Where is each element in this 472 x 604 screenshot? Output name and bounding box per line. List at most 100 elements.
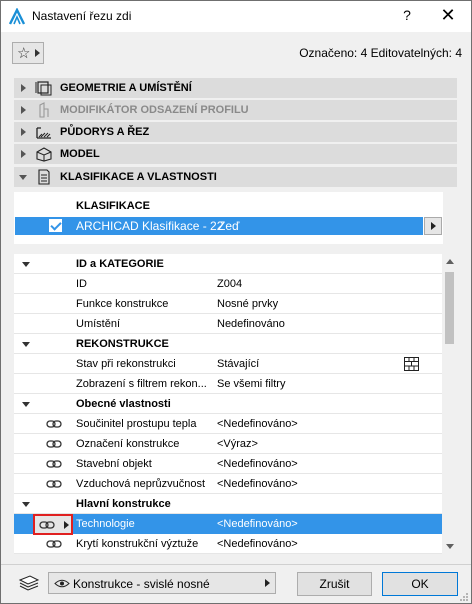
- collapse-arrow-icon: [22, 342, 30, 347]
- panel-model[interactable]: MODEL: [14, 144, 457, 164]
- title-bar: Nastavení řezu zdi ? ✕: [1, 1, 471, 32]
- property-label: Funkce konstrukce: [76, 298, 169, 310]
- property-value[interactable]: Z004: [217, 278, 242, 290]
- property-label: Součinitel prostupu tepla: [76, 418, 197, 430]
- property-value[interactable]: Stávající: [217, 358, 259, 370]
- property-label: Stavební objekt: [76, 458, 152, 470]
- eye-icon: [54, 579, 70, 588]
- classification-icon: [38, 169, 50, 185]
- close-button[interactable]: ✕: [439, 5, 457, 26]
- geometry-icon: [35, 81, 52, 96]
- property-row[interactable]: Funkce konstrukce Nosné prvky: [14, 294, 442, 314]
- link-icon: [46, 480, 62, 488]
- property-value[interactable]: <Nedefinováno>: [217, 518, 298, 530]
- chevron-right-icon: [265, 579, 270, 587]
- property-value[interactable]: <Výraz>: [217, 438, 258, 450]
- property-row[interactable]: Součinitel prostupu tepla <Nedefinováno>: [14, 414, 442, 434]
- property-value[interactable]: Nedefinováno: [217, 318, 285, 330]
- property-label: Označení konstrukce: [76, 438, 180, 450]
- property-row[interactable]: Krytí konstrukční výztuže <Nedefinováno>: [14, 534, 442, 554]
- panel-label: PŮDORYS A ŘEZ: [60, 126, 150, 138]
- property-label: Technologie: [76, 518, 135, 530]
- collapse-arrow-icon: [22, 402, 30, 407]
- collapse-arrow-icon: [22, 262, 30, 267]
- classification-system: ARCHICAD Klasifikace - 22: [76, 219, 224, 233]
- toolbar: ☆ Označeno: 4 Editovatelných: 4: [1, 32, 471, 72]
- panel-label: MODIFIKÁTOR ODSAZENÍ PROFILU: [60, 104, 249, 116]
- property-label: Vzduchová neprůzvučnost: [76, 478, 206, 490]
- layers-icon: [18, 575, 40, 591]
- chevron-right-icon: [64, 521, 69, 529]
- selection-info: Označeno: 4 Editovatelných: 4: [299, 46, 462, 60]
- classification-value: Zeď: [218, 219, 240, 233]
- panel-label: KLASIFIKACE A VLASTNOSTI: [60, 171, 217, 183]
- classification-picker-button[interactable]: [424, 217, 442, 235]
- expand-arrow-icon: [21, 128, 26, 136]
- property-label: Zobrazení s filtrem rekon...: [76, 378, 207, 390]
- properties-scrollbar[interactable]: [442, 254, 457, 554]
- property-row[interactable]: Zobrazení s filtrem rekon... Se všemi fi…: [14, 374, 442, 394]
- link-options-button[interactable]: [33, 514, 73, 535]
- cancel-button[interactable]: Zrušit: [297, 572, 372, 596]
- link-icon: [39, 521, 55, 529]
- layer-name: Konstrukce - svislé nosné: [73, 577, 210, 591]
- panel-classification[interactable]: KLASIFIKACE A VLASTNOSTI: [14, 167, 457, 187]
- group-row[interactable]: ID a KATEGORIE: [14, 254, 442, 274]
- panel-label: MODEL: [60, 148, 100, 160]
- model-icon: [36, 147, 52, 162]
- window-title: Nastavení řezu zdi: [32, 9, 132, 23]
- expand-arrow-icon: [21, 84, 26, 92]
- ok-button[interactable]: OK: [382, 572, 458, 596]
- group-row[interactable]: Obecné vlastnosti: [14, 394, 442, 414]
- link-icon: [46, 420, 62, 428]
- classification-scrollbar[interactable]: [443, 192, 457, 244]
- scroll-down-arrow-icon[interactable]: [446, 544, 454, 549]
- property-label: Umístění: [76, 318, 121, 330]
- property-value[interactable]: <Nedefinováno>: [217, 538, 298, 550]
- link-icon: [46, 440, 62, 448]
- group-label: Obecné vlastnosti: [76, 398, 171, 410]
- property-value[interactable]: <Nedefinováno>: [217, 418, 298, 430]
- panel-label: GEOMETRIE A UMÍSTĚNÍ: [60, 82, 192, 94]
- group-label: Hlavní konstrukce: [76, 498, 171, 510]
- property-row[interactable]: ID Z004: [14, 274, 442, 294]
- floorplan-section-icon: [36, 127, 51, 139]
- group-row[interactable]: Hlavní konstrukce: [14, 494, 442, 514]
- property-row[interactable]: Stav při rekonstrukci Stávající: [14, 354, 442, 374]
- property-row[interactable]: Stavební objekt <Nedefinováno>: [14, 454, 442, 474]
- property-row[interactable]: Umístění Nedefinováno: [14, 314, 442, 334]
- property-value[interactable]: <Nedefinováno>: [217, 478, 298, 490]
- link-icon: [46, 540, 62, 548]
- expand-arrow-icon: [21, 106, 26, 114]
- classification-box: KLASIFIKACE ARCHICAD Klasifikace - 22 Ze…: [14, 192, 457, 244]
- property-label: Stav při rekonstrukci: [76, 358, 176, 370]
- brick-wall-icon[interactable]: [404, 357, 419, 371]
- panel-geometry[interactable]: GEOMETRIE A UMÍSTĚNÍ: [14, 78, 457, 98]
- scroll-up-arrow-icon[interactable]: [446, 259, 454, 264]
- group-label: REKONSTRUKCE: [76, 338, 169, 350]
- bottom-bar: Konstrukce - svislé nosné Zrušit OK: [1, 564, 471, 604]
- favorites-button[interactable]: ☆: [12, 42, 44, 64]
- layer-dropdown[interactable]: Konstrukce - svislé nosné: [48, 572, 276, 594]
- chevron-right-icon: [35, 49, 40, 57]
- properties-list: ID a KATEGORIE ID Z004 Funkce konstrukce…: [14, 254, 457, 554]
- help-button[interactable]: ?: [399, 7, 415, 23]
- classification-row[interactable]: ARCHICAD Klasifikace - 22 Zeď: [15, 217, 423, 235]
- property-label: ID: [76, 278, 87, 290]
- star-icon: ☆: [17, 45, 31, 62]
- property-row-selected[interactable]: Technologie <Nedefinováno>: [14, 514, 442, 535]
- scrollbar-thumb[interactable]: [445, 272, 454, 344]
- profile-offset-icon: [39, 102, 49, 118]
- property-row[interactable]: Označení konstrukce <Výraz>: [14, 434, 442, 454]
- resize-grip-icon[interactable]: [459, 592, 469, 602]
- panel-profile-offset[interactable]: MODIFIKÁTOR ODSAZENÍ PROFILU: [14, 100, 457, 120]
- classification-checkbox[interactable]: [49, 219, 62, 232]
- property-value[interactable]: Se všemi filtry: [217, 378, 285, 390]
- group-row[interactable]: REKONSTRUKCE: [14, 334, 442, 354]
- property-value[interactable]: Nosné prvky: [217, 298, 278, 310]
- property-label: Krytí konstrukční výztuže: [76, 538, 199, 550]
- link-icon: [46, 460, 62, 468]
- property-value[interactable]: <Nedefinováno>: [217, 458, 298, 470]
- property-row[interactable]: Vzduchová neprůzvučnost <Nedefinováno>: [14, 474, 442, 494]
- panel-floorplan-section[interactable]: PŮDORYS A ŘEZ: [14, 122, 457, 142]
